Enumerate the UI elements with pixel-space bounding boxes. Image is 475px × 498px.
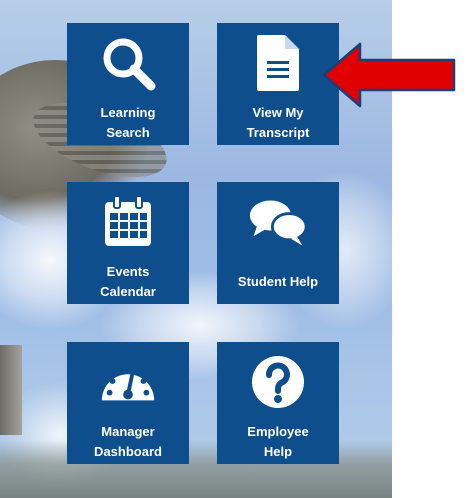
calendar-icon — [98, 192, 158, 252]
dashboard-gauge-icon — [98, 352, 158, 412]
tile-label: View My Transcript — [246, 105, 310, 140]
tile-label: Employee Help — [247, 424, 309, 459]
tile-label: Events Calendar — [100, 264, 156, 299]
document-icon — [248, 33, 308, 93]
chat-bubbles-icon — [248, 192, 308, 252]
tile-label: Manager Dashboard — [94, 424, 162, 459]
student-help-tile[interactable]: Student Help — [217, 182, 339, 304]
statue-base — [0, 345, 22, 435]
tile-label: Student Help — [237, 274, 319, 289]
search-icon — [98, 33, 158, 93]
tile-label: Learning Search — [100, 105, 156, 140]
learning-search-tile[interactable]: Learning Search — [67, 23, 189, 145]
question-circle-icon — [248, 352, 308, 412]
red-pointer-arrow — [320, 40, 460, 110]
employee-help-tile[interactable]: Employee Help — [217, 342, 339, 464]
manager-dashboard-tile[interactable]: Manager Dashboard — [67, 342, 189, 464]
events-calendar-tile[interactable]: Events Calendar — [67, 182, 189, 304]
